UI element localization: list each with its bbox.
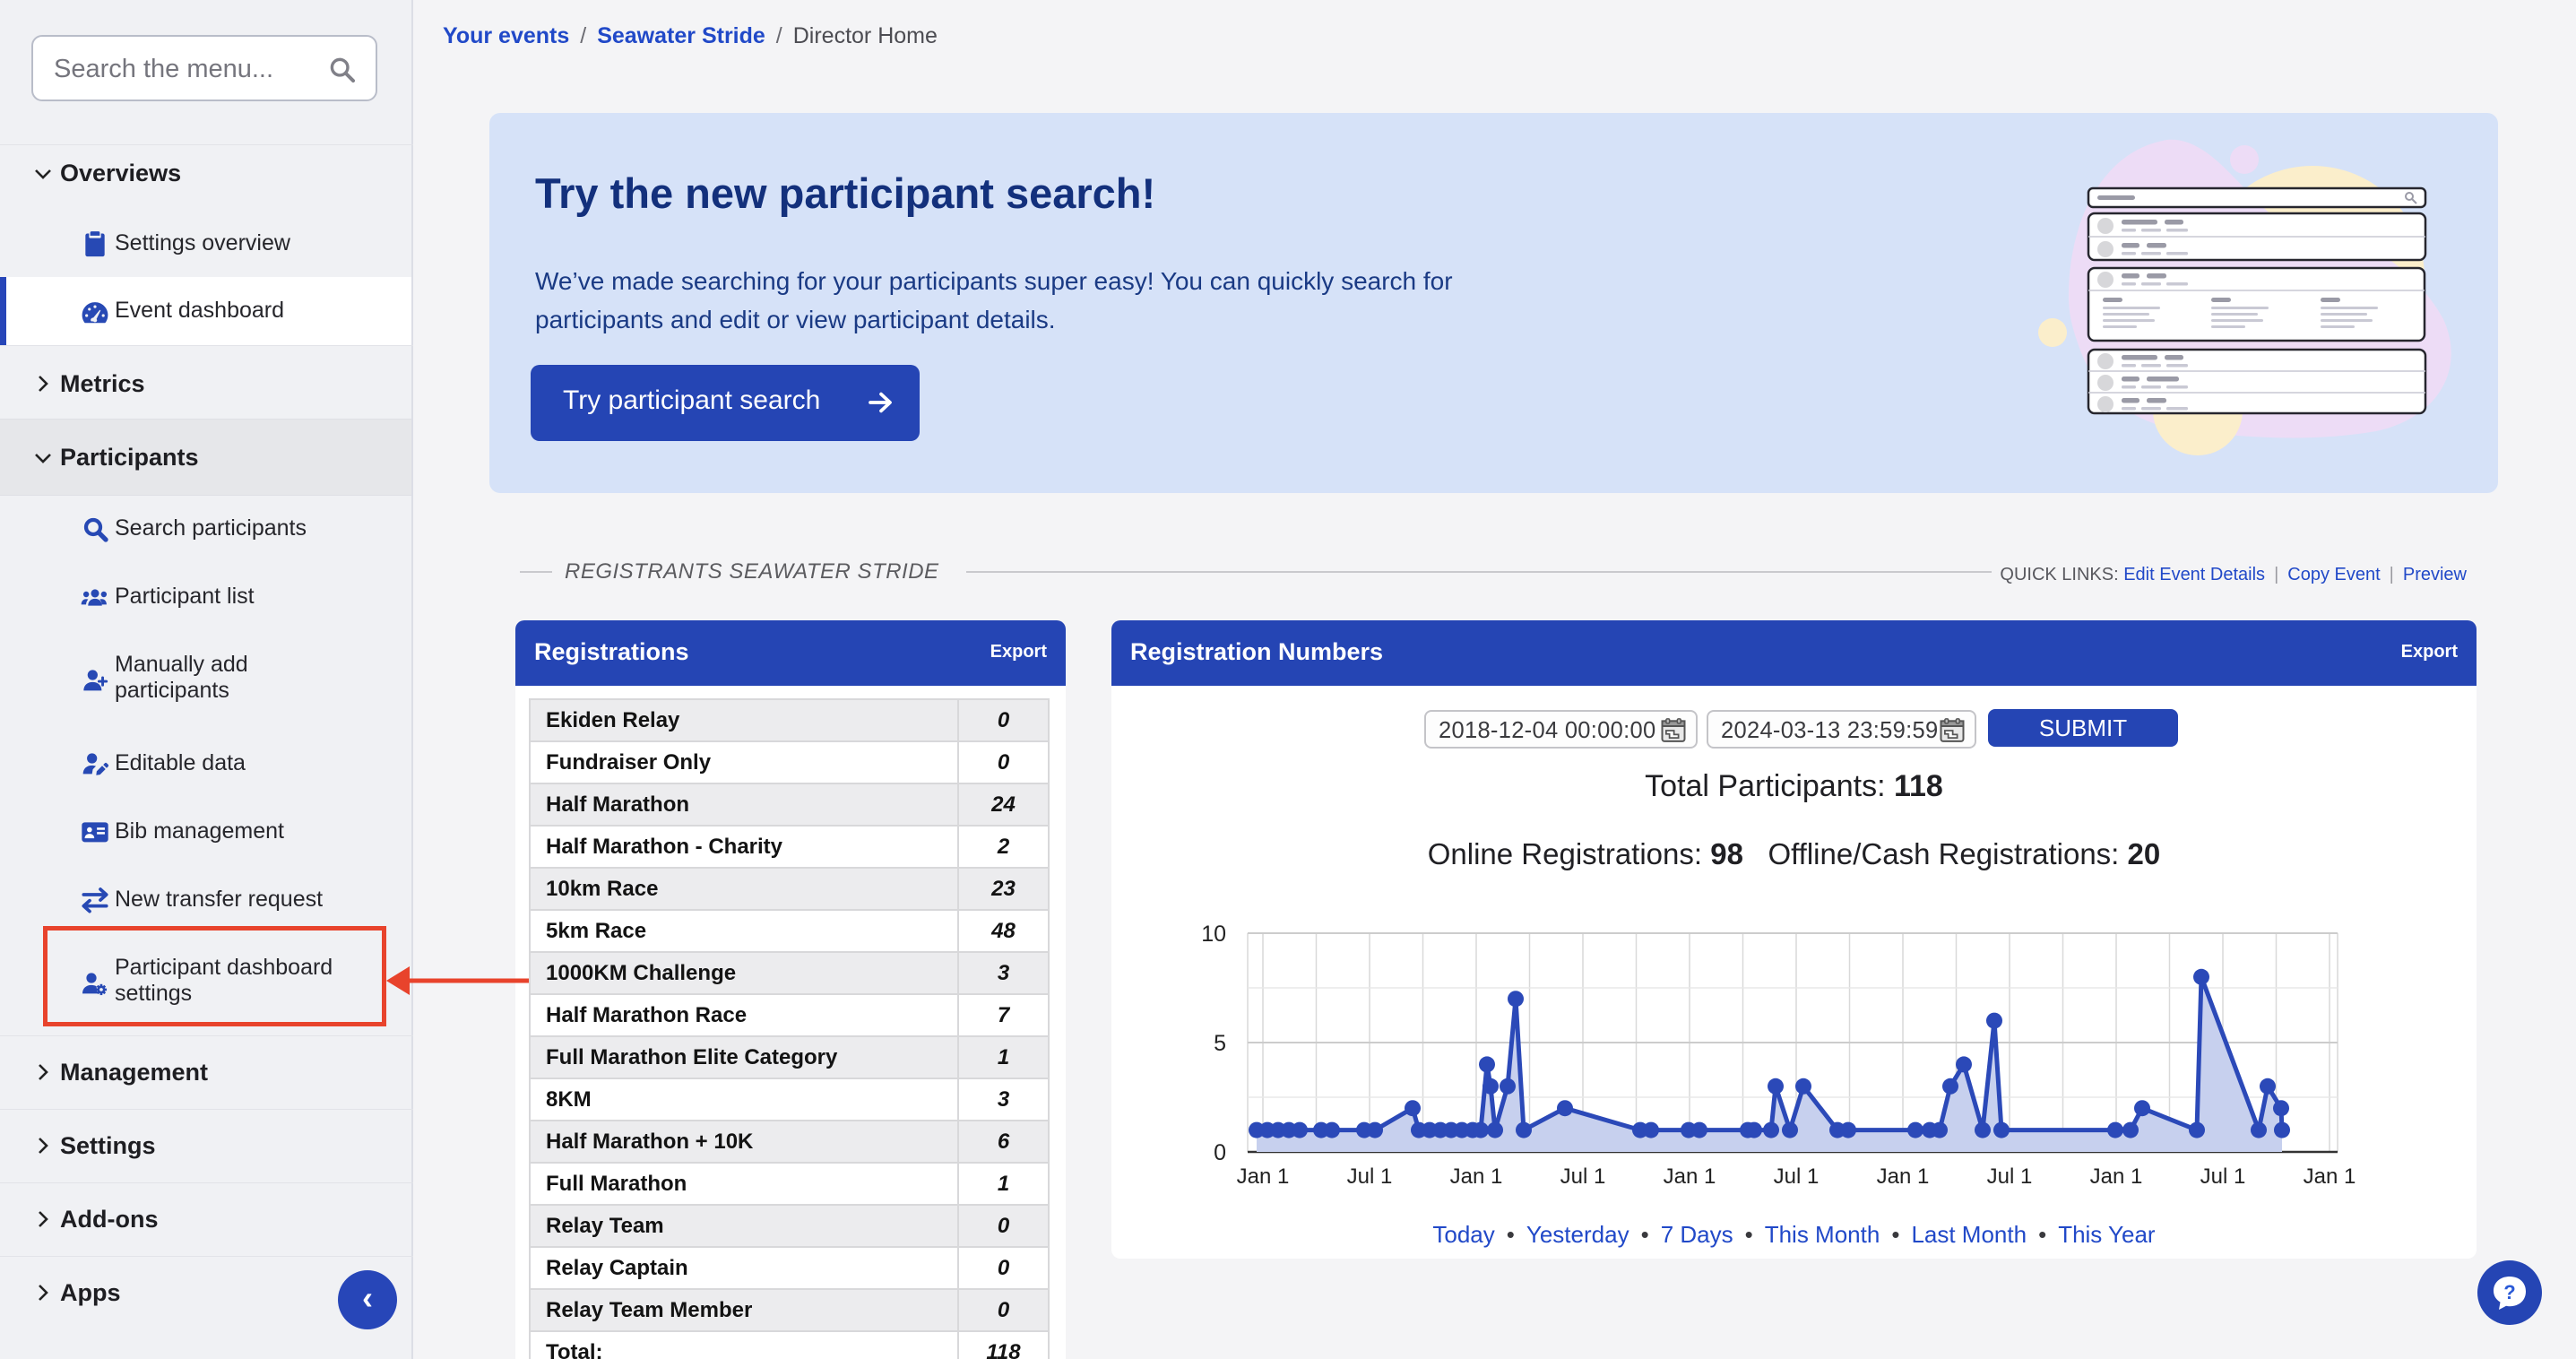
svg-text:Jan 1: Jan 1 [1450,1164,1503,1189]
svg-text:Jul 1: Jul 1 [1560,1164,1606,1189]
svg-text:Jan 1: Jan 1 [1664,1164,1716,1189]
svg-text:Jan 1: Jan 1 [1237,1164,1290,1189]
svg-text:Jul 1: Jul 1 [2200,1164,2246,1189]
svg-text:5: 5 [1214,1031,1226,1056]
svg-text:Jan 1: Jan 1 [2090,1164,2143,1189]
svg-text:0: 0 [1214,1140,1226,1165]
svg-text:10: 10 [1201,922,1226,947]
svg-text:?: ? [2503,1281,2515,1303]
svg-text:Jul 1: Jul 1 [1347,1164,1393,1189]
svg-text:Jul 1: Jul 1 [1987,1164,2033,1189]
svg-text:Jan 1: Jan 1 [2304,1164,2356,1189]
svg-text:Jan 1: Jan 1 [1877,1164,1930,1189]
svg-text:Jul 1: Jul 1 [1774,1164,1820,1189]
